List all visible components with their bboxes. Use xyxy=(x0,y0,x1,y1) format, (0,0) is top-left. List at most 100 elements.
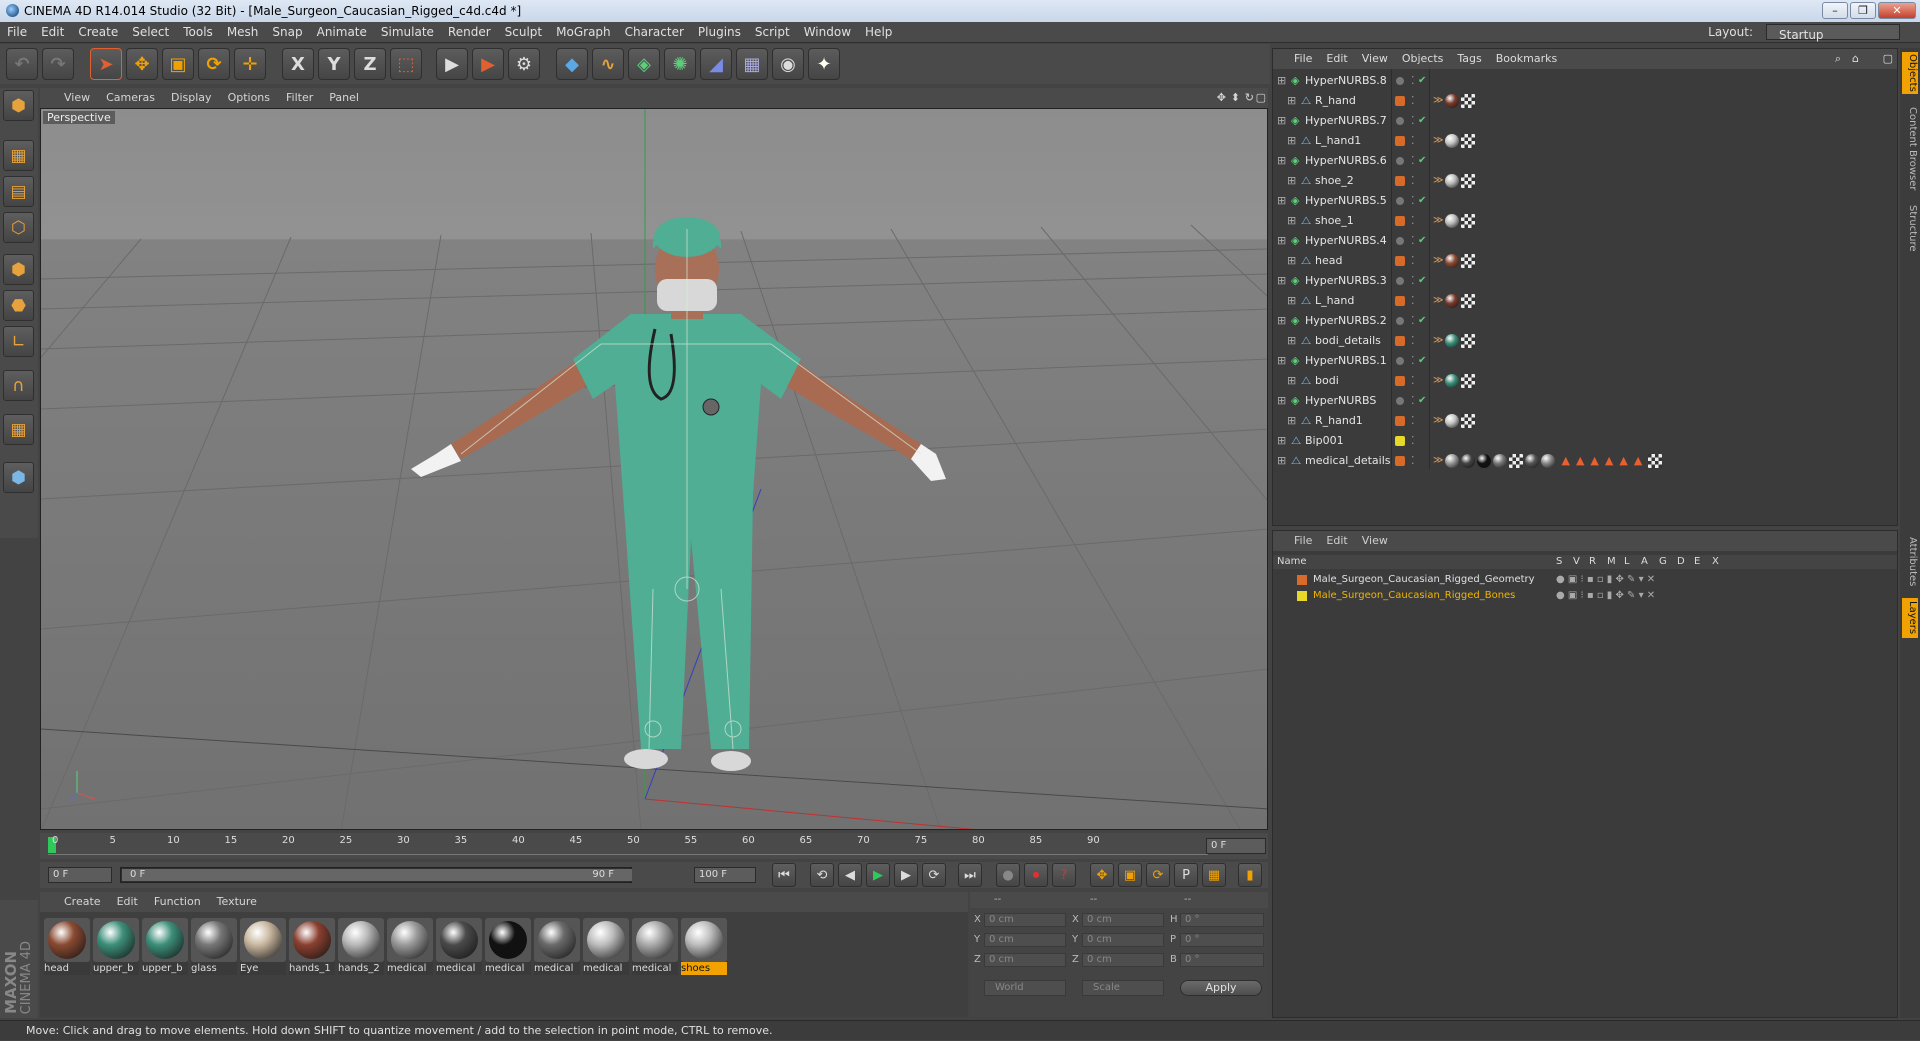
ik-tag-icon[interactable]: ▲ xyxy=(1590,454,1598,468)
visibility-toggle[interactable]: ⁚ xyxy=(1411,211,1415,231)
object-name[interactable]: R_hand1 xyxy=(1315,411,1363,431)
material-preview[interactable] xyxy=(44,918,90,962)
material-swatch[interactable]: hands_1 xyxy=(289,918,335,976)
key-position-button[interactable]: ✥ xyxy=(1090,863,1114,887)
tab-content-browser[interactable]: Content Browser xyxy=(1902,104,1918,194)
layer-color-icon[interactable] xyxy=(1395,296,1405,306)
object-name[interactable]: shoe_2 xyxy=(1315,171,1354,191)
phong-tag-icon[interactable]: ≫ xyxy=(1433,294,1443,308)
menu-snap[interactable]: Snap xyxy=(265,22,309,43)
object-name[interactable]: HyperNURBS xyxy=(1305,391,1376,411)
material-tag-icon[interactable] xyxy=(1541,454,1556,468)
material-preview[interactable] xyxy=(240,918,286,962)
z-axis-lock-button[interactable]: Z xyxy=(354,48,386,80)
array-button[interactable]: ✺ xyxy=(664,48,696,80)
material-swatch[interactable]: medical xyxy=(436,918,482,976)
material-tag-icon[interactable] xyxy=(1525,454,1540,468)
object-row[interactable]: ⊞ ◈ HyperNURBS.6 ⁚ ✔ xyxy=(1273,151,1897,171)
phong-tag-icon[interactable]: ≫ xyxy=(1433,254,1443,268)
object-name[interactable]: HyperNURBS.6 xyxy=(1305,151,1387,171)
move-tool-button[interactable]: ✥ xyxy=(126,48,158,80)
uvw-tag-icon[interactable] xyxy=(1648,454,1663,468)
menu-plugins[interactable]: Plugins xyxy=(691,22,748,43)
visibility-toggle[interactable]: ⁚ xyxy=(1411,311,1415,331)
menu-mesh[interactable]: Mesh xyxy=(220,22,266,43)
menu-create[interactable]: Create xyxy=(71,22,125,43)
layer-row-bones[interactable]: Male_Surgeon_Caucasian_Rigged_Bones ● ▣ … xyxy=(1273,589,1897,603)
rotation-p-field[interactable]: 0 ° xyxy=(1180,933,1264,947)
frame-range-bar[interactable]: 0 F 90 F xyxy=(122,869,632,881)
uvw-tag-icon[interactable] xyxy=(1461,94,1476,108)
model-mode-button[interactable]: ▦ xyxy=(3,140,34,171)
ik-tag-icon[interactable]: ▲ xyxy=(1605,454,1613,468)
layer-dot-icon[interactable] xyxy=(1396,397,1404,405)
expand-icon[interactable]: ⊞ xyxy=(1277,151,1286,171)
object-name[interactable]: HyperNURBS.7 xyxy=(1305,111,1387,131)
material-swatch[interactable]: glass xyxy=(191,918,237,976)
record-button[interactable]: ● xyxy=(996,863,1020,887)
object-row[interactable]: ⊞ ⧍ L_hand1 ⁚ ≫ xyxy=(1273,131,1897,151)
object-name[interactable]: HyperNURBS.2 xyxy=(1305,311,1387,331)
object-name[interactable]: R_hand xyxy=(1315,91,1356,111)
menu-simulate[interactable]: Simulate xyxy=(374,22,441,43)
visibility-toggle[interactable]: ⁚ xyxy=(1411,71,1415,91)
undo-button[interactable]: ↶ xyxy=(6,48,38,80)
snapping-button[interactable]: ▦ xyxy=(3,414,34,445)
spline-button[interactable]: ∿ xyxy=(592,48,624,80)
new-object-button[interactable]: ✛ xyxy=(234,48,266,80)
visibility-toggle[interactable]: ⁚ xyxy=(1411,371,1415,391)
home-icon[interactable]: ⌂ xyxy=(1852,49,1859,69)
restore-button[interactable]: ❐ xyxy=(1850,2,1876,19)
layer-menu-edit[interactable]: Edit xyxy=(1319,531,1354,551)
layer-color-icon[interactable] xyxy=(1395,176,1405,186)
visibility-toggle[interactable]: ⁚ xyxy=(1411,291,1415,311)
apply-button[interactable]: Apply xyxy=(1180,980,1262,996)
layer-color-icon[interactable] xyxy=(1395,336,1405,346)
tab-layers[interactable]: Layers xyxy=(1902,598,1918,638)
size-mode-dropdown[interactable]: Scale xyxy=(1082,980,1164,996)
expand-icon[interactable]: ⊞ xyxy=(1287,251,1296,271)
material-tag-icon[interactable] xyxy=(1445,214,1460,228)
material-tag-icon[interactable] xyxy=(1461,454,1476,468)
end-frame-field[interactable]: 100 F xyxy=(694,867,756,883)
redo-button[interactable]: ↷ xyxy=(42,48,74,80)
object-row[interactable]: ⊞ ⧍ R_hand1 ⁚ ≫ xyxy=(1273,411,1897,431)
make-editable-button[interactable]: ⬢ xyxy=(3,90,34,121)
material-menu-edit[interactable]: Edit xyxy=(109,892,146,912)
material-swatch[interactable]: upper_b xyxy=(142,918,188,976)
render-settings-button[interactable]: ⚙ xyxy=(508,48,540,80)
material-swatch[interactable]: upper_b xyxy=(93,918,139,976)
timeline-window-button[interactable]: ▮ xyxy=(1238,863,1262,887)
layout-dropdown[interactable]: Startup xyxy=(1766,24,1900,42)
material-tag-icon[interactable] xyxy=(1445,94,1460,108)
material-swatch[interactable]: medical xyxy=(387,918,433,976)
material-preview[interactable] xyxy=(338,918,384,962)
visibility-toggle[interactable]: ⁚ xyxy=(1411,151,1415,171)
visibility-toggle[interactable]: ⁚ xyxy=(1411,191,1415,211)
layer-menu-view[interactable]: View xyxy=(1355,531,1395,551)
enabled-check-icon[interactable]: ✔ xyxy=(1418,391,1426,411)
material-menu-create[interactable]: Create xyxy=(56,892,109,912)
uvw-tag-icon[interactable] xyxy=(1461,294,1476,308)
cube-object-button[interactable]: ◆ xyxy=(556,48,588,80)
viewport-menu-panel[interactable]: Panel xyxy=(321,88,367,108)
material-tag-icon[interactable] xyxy=(1445,454,1460,468)
visibility-toggle[interactable]: ⁚ xyxy=(1411,411,1415,431)
live-selection-button[interactable]: ➤ xyxy=(90,48,122,80)
expand-icon[interactable]: ⊞ xyxy=(1287,411,1296,431)
expand-icon[interactable]: ⊞ xyxy=(1277,451,1286,471)
material-preview[interactable] xyxy=(289,918,335,962)
material-preview[interactable] xyxy=(387,918,433,962)
material-swatch[interactable]: medical xyxy=(534,918,580,976)
material-preview[interactable] xyxy=(142,918,188,962)
object-row[interactable]: ⊞ ⧍ bodi_details ⁚ ≫ xyxy=(1273,331,1897,351)
phong-tag-icon[interactable]: ≫ xyxy=(1433,334,1443,348)
object-name[interactable]: HyperNURBS.3 xyxy=(1305,271,1387,291)
enabled-check-icon[interactable]: ✔ xyxy=(1418,271,1426,291)
uvw-tag-icon[interactable] xyxy=(1461,214,1476,228)
layer-color-icon[interactable] xyxy=(1395,416,1405,426)
visibility-toggle[interactable]: ⁚ xyxy=(1411,171,1415,191)
previous-frame-button[interactable]: ◀ xyxy=(838,863,862,887)
menu-edit[interactable]: Edit xyxy=(34,22,71,43)
menu-character[interactable]: Character xyxy=(618,22,691,43)
